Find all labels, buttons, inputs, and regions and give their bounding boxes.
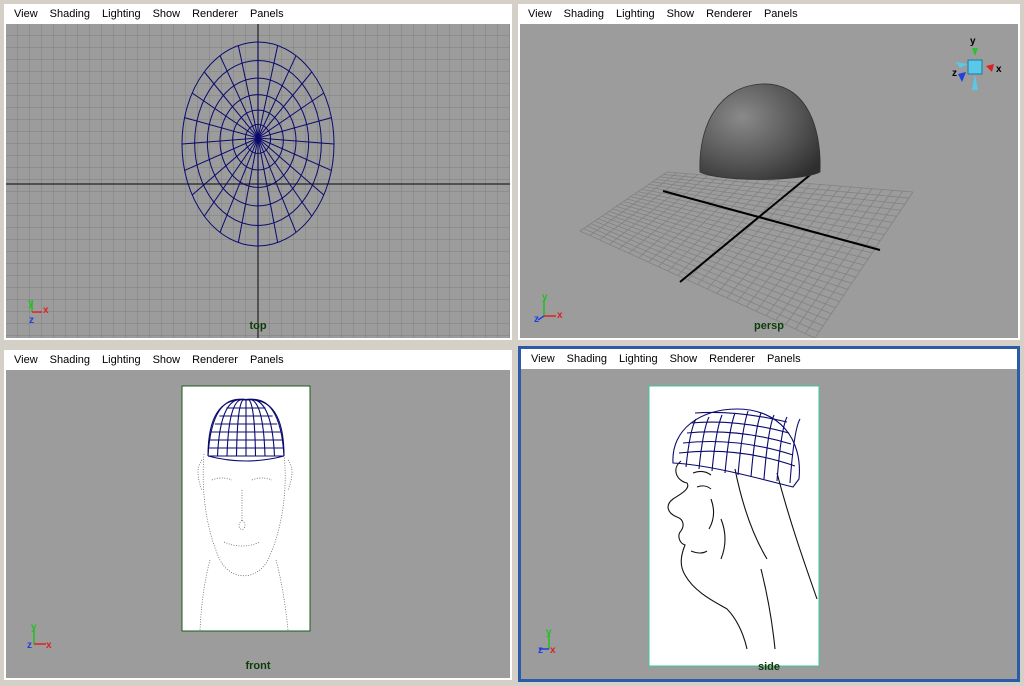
- axis-label-y: y: [28, 298, 34, 309]
- menu-show[interactable]: Show: [670, 353, 698, 365]
- viewcube-label-z: z: [952, 68, 957, 79]
- camera-label-side: side: [757, 661, 780, 673]
- menu-panels[interactable]: Panels: [250, 8, 284, 20]
- menu-lighting[interactable]: Lighting: [616, 8, 655, 20]
- viewport-side-panel[interactable]: View Shading Lighting Show Renderer Pane…: [518, 346, 1020, 682]
- viewport-persp-canvas[interactable]: y x z y x z persp: [520, 24, 1018, 338]
- menu-lighting[interactable]: Lighting: [619, 353, 658, 365]
- viewport-persp-panel[interactable]: View Shading Lighting Show Renderer Pane…: [518, 4, 1020, 340]
- viewport-side-canvas[interactable]: y z x side: [521, 369, 1017, 679]
- viewcube-label-y: y: [970, 36, 976, 47]
- top-view-grid-and-mesh: [6, 24, 510, 338]
- menu-view[interactable]: View: [14, 8, 38, 20]
- menu-show[interactable]: Show: [153, 354, 181, 366]
- camera-label-front: front: [245, 660, 271, 672]
- axis-label-y: y: [31, 622, 37, 633]
- axis-label-z: z: [27, 640, 32, 651]
- menu-shading[interactable]: Shading: [564, 8, 604, 20]
- menu-shading[interactable]: Shading: [567, 353, 607, 365]
- view-cube-gizmo[interactable]: y x z: [948, 34, 1004, 96]
- viewport-front-canvas[interactable]: y z x front: [6, 370, 510, 678]
- axis-gizmo-side: y z x: [537, 627, 567, 657]
- menu-panels[interactable]: Panels: [764, 8, 798, 20]
- viewport-menubar: View Shading Lighting Show Renderer Pane…: [4, 4, 512, 24]
- menu-renderer[interactable]: Renderer: [706, 8, 752, 20]
- axis-label-y: y: [542, 292, 548, 303]
- viewport-menubar: View Shading Lighting Show Renderer Pane…: [4, 350, 512, 370]
- viewport-menubar: View Shading Lighting Show Renderer Pane…: [518, 4, 1020, 24]
- menu-show[interactable]: Show: [153, 8, 181, 20]
- menu-show[interactable]: Show: [667, 8, 695, 20]
- menu-panels[interactable]: Panels: [767, 353, 801, 365]
- axis-label-z: z: [538, 645, 543, 656]
- image-plane-side: [648, 385, 820, 667]
- menu-panels[interactable]: Panels: [250, 354, 284, 366]
- front-view-scene: [181, 385, 311, 632]
- menu-view[interactable]: View: [531, 353, 555, 365]
- menu-renderer[interactable]: Renderer: [709, 353, 755, 365]
- camera-label-top: top: [249, 320, 267, 332]
- head-dome-shaded: [699, 83, 821, 180]
- viewport-top-canvas[interactable]: z y x top: [6, 24, 510, 338]
- axis-label-x: x: [550, 645, 556, 656]
- side-view-scene: [648, 385, 820, 667]
- persp-grid: [579, 171, 914, 338]
- menu-renderer[interactable]: Renderer: [192, 354, 238, 366]
- menu-view[interactable]: View: [528, 8, 552, 20]
- menu-renderer[interactable]: Renderer: [192, 8, 238, 20]
- menu-shading[interactable]: Shading: [50, 354, 90, 366]
- axis-label-x: x: [46, 640, 52, 651]
- persp-view-scene: [579, 83, 914, 338]
- viewcube-label-x: x: [996, 64, 1002, 75]
- viewport-front-panel[interactable]: View Shading Lighting Show Renderer Pane…: [4, 350, 512, 680]
- axis-gizmo-front: y z x: [26, 622, 56, 652]
- axis-label-x: x: [43, 305, 49, 316]
- menu-shading[interactable]: Shading: [50, 8, 90, 20]
- viewport-menubar: View Shading Lighting Show Renderer Pane…: [521, 349, 1017, 369]
- menu-lighting[interactable]: Lighting: [102, 8, 141, 20]
- axis-label-y: y: [546, 627, 552, 638]
- viewport-top-panel[interactable]: View Shading Lighting Show Renderer Pane…: [4, 4, 512, 340]
- menu-lighting[interactable]: Lighting: [102, 354, 141, 366]
- camera-label-persp: persp: [754, 320, 784, 332]
- menu-view[interactable]: View: [14, 354, 38, 366]
